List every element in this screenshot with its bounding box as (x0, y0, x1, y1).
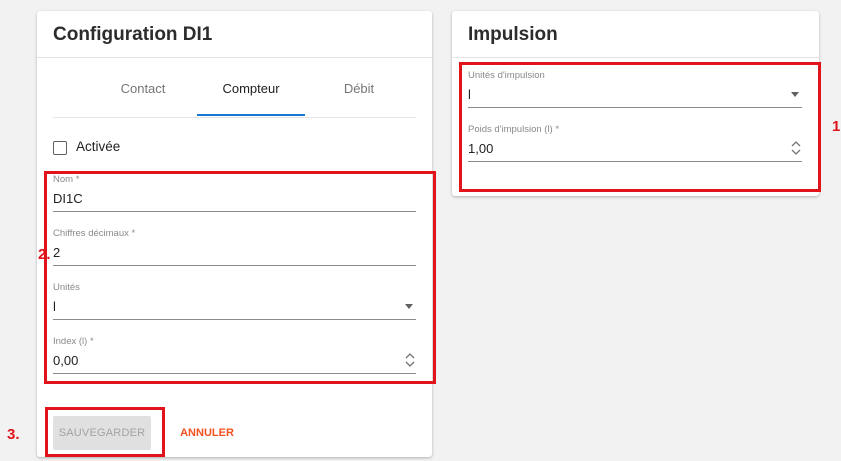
activee-checkbox[interactable] (53, 141, 67, 155)
title-divider (37, 57, 432, 58)
highlight-box-impulsion (459, 62, 821, 192)
tab-bar: Contact Compteur Débit (53, 81, 416, 117)
tabs-divider (53, 117, 416, 118)
step-2-marker: 2. (38, 246, 51, 263)
active-tab-indicator (197, 114, 305, 116)
cancel-button[interactable]: ANNULER (176, 416, 238, 450)
impulsion-title: Impulsion (468, 24, 558, 45)
configuration-title: Configuration DI1 (53, 24, 213, 45)
activee-label: Activée (76, 139, 121, 154)
tab-compteur[interactable]: Compteur (197, 81, 305, 96)
tab-debit[interactable]: Débit (305, 81, 413, 96)
title-divider (452, 57, 819, 58)
step-3-marker: 3. (7, 426, 20, 443)
highlight-box-save (45, 407, 165, 457)
step-1-marker: 1 (832, 118, 841, 135)
tab-contact[interactable]: Contact (89, 81, 197, 96)
highlight-box-fields (44, 171, 436, 384)
